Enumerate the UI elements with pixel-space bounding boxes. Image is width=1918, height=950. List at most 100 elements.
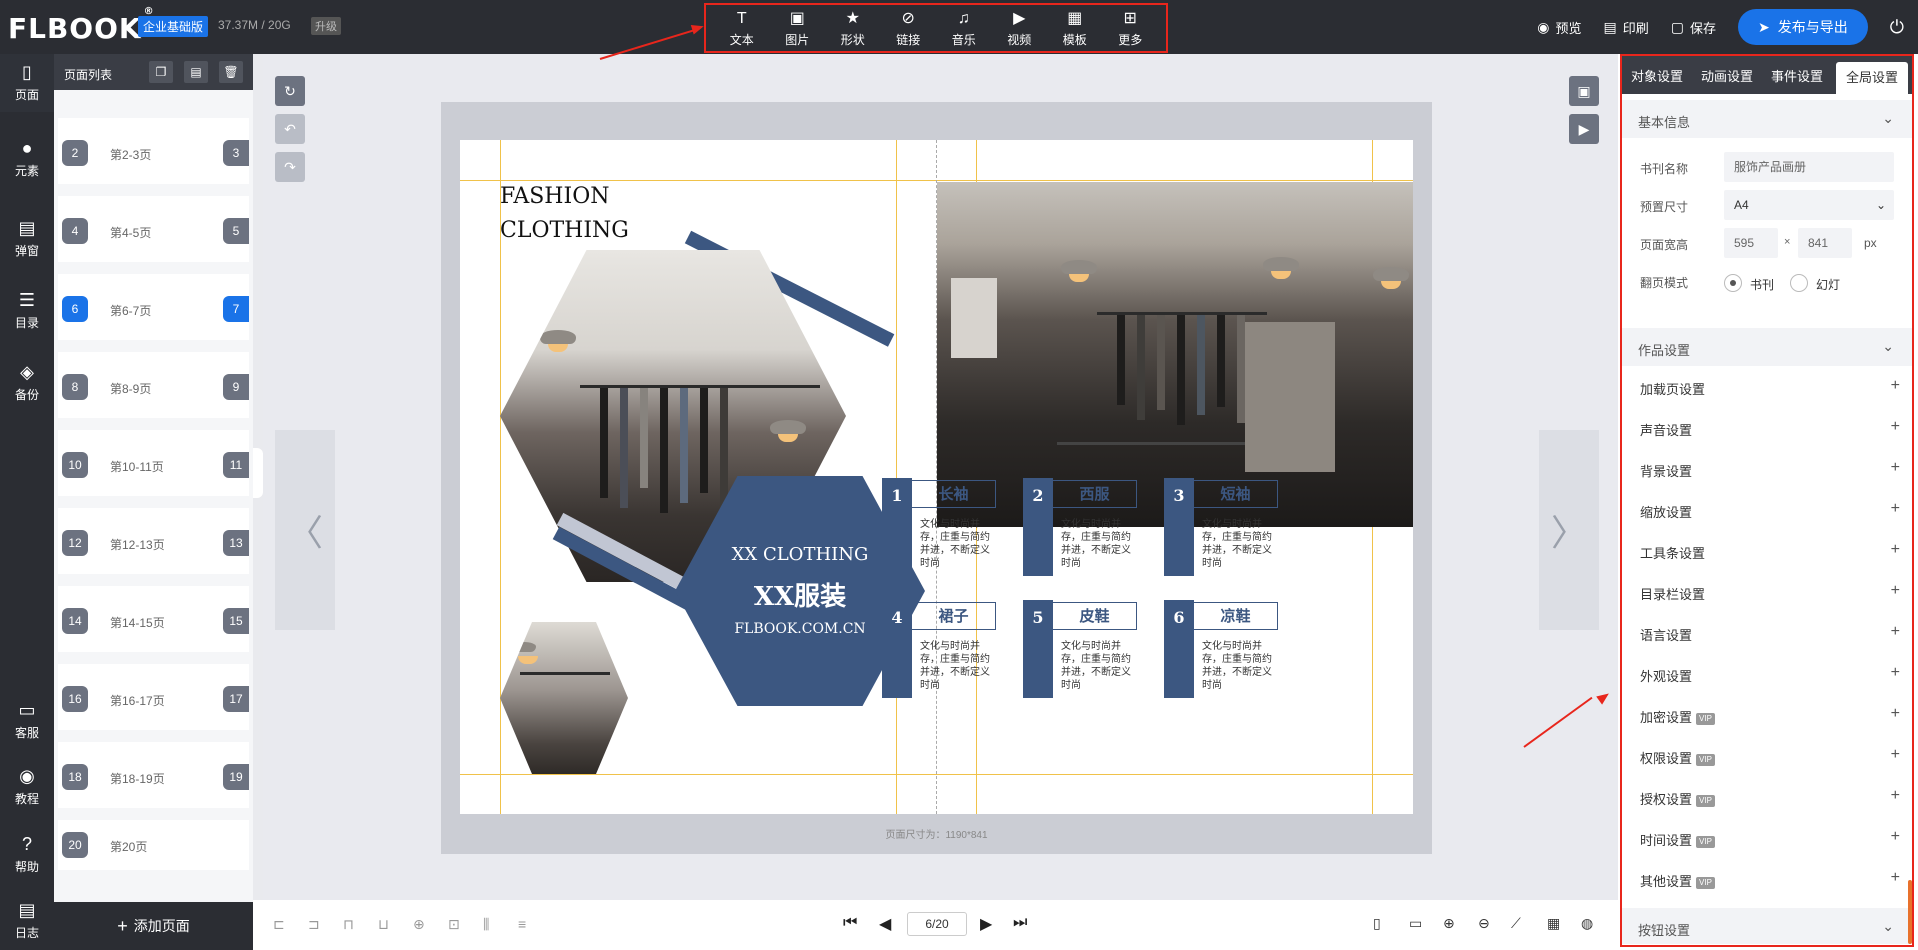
page-item[interactable]: 4 第4-5页 5 xyxy=(58,196,249,262)
product-card[interactable]: 5 皮鞋 文化与时尚并存，庄重与简约并进，不断定义时尚 xyxy=(1023,600,1137,700)
chevron-right-icon: 〉 xyxy=(1550,512,1587,553)
preview-button[interactable]: ◉ 预览 xyxy=(1537,18,1581,37)
page-item-active[interactable]: 6 第6-7页 7 xyxy=(58,274,249,340)
elements-icon: ● xyxy=(21,138,33,158)
chat-icon: ▭ xyxy=(18,700,36,720)
page-item[interactable]: 8 第8-9页 9 xyxy=(58,352,249,418)
publish-button[interactable]: ➤ 发布与导出 xyxy=(1738,9,1868,45)
align-right-icon[interactable]: ⊓ xyxy=(343,916,354,933)
prev-page-arrow[interactable]: 〈 xyxy=(275,430,335,630)
garment xyxy=(660,388,668,513)
settings-wheel-icon[interactable]: ◍ xyxy=(1581,915,1593,932)
nav-elements[interactable]: ● 元素 xyxy=(0,138,54,179)
delete-page-button[interactable]: 🗑 xyxy=(219,61,243,83)
lamp-decor xyxy=(1373,267,1409,289)
nav-help[interactable]: ? 帮助 xyxy=(0,834,54,875)
star-icon: ★ xyxy=(845,9,860,27)
nav-tutorial[interactable]: ◉ 教程 xyxy=(0,766,54,807)
page-item[interactable]: 20 第20页 xyxy=(58,820,249,870)
duplicate-page-button[interactable]: ▤ xyxy=(184,61,208,83)
align-bottom-icon[interactable]: ⊡ xyxy=(448,916,460,933)
trash-icon: 🗑 xyxy=(223,65,239,79)
nav-log[interactable]: ▤ 日志 xyxy=(0,900,54,941)
align-left-icon[interactable]: ⊏ xyxy=(273,916,285,933)
print-button[interactable]: ▤ 印刷 xyxy=(1604,18,1649,37)
page-list-header: 页面列表 ❐ ▤ 🗑 xyxy=(54,54,253,90)
page-number-input[interactable]: 6/20 xyxy=(907,912,967,936)
distribute-v-icon[interactable]: ≡ xyxy=(518,916,526,932)
save-button[interactable]: ▢ 保存 xyxy=(1671,18,1716,37)
next-page-button[interactable]: ▶ xyxy=(980,914,992,934)
page-settings-button[interactable]: ▣ xyxy=(1569,76,1599,106)
undo-button[interactable]: ↶ xyxy=(275,114,305,144)
product-card[interactable]: 3 短袖 文化与时尚并存，庄重与简约并进，不断定义时尚 xyxy=(1164,478,1278,578)
garment xyxy=(1237,315,1245,423)
nav-backup[interactable]: ◈ 备份 xyxy=(0,362,54,403)
nav-page[interactable]: ▯ 页面 xyxy=(0,54,54,112)
link-icon: ⊘ xyxy=(901,9,915,27)
guide-line xyxy=(896,140,897,814)
tool-more[interactable]: ⊞ 更多 xyxy=(1105,9,1155,48)
tool-image[interactable]: ▣ 图片 xyxy=(772,9,822,48)
product-card[interactable]: 1 长袖 文化与时尚并存，庄重与简约并进，不断定义时尚 xyxy=(882,478,996,578)
ruler-icon[interactable]: ⟋ xyxy=(1511,915,1521,932)
redo-icon: ↷ xyxy=(284,159,296,175)
align-middle-icon[interactable]: ⊕ xyxy=(413,916,425,933)
undo-icon: ↶ xyxy=(284,121,296,137)
page-icon: ▯ xyxy=(22,62,32,82)
redo-button[interactable]: ↷ xyxy=(275,152,305,182)
tool-text[interactable]: T 文本 xyxy=(717,9,767,48)
mirror xyxy=(1245,322,1335,472)
play-icon: ▶ xyxy=(1578,121,1590,137)
product-card[interactable]: 2 西服 文化与时尚并存，庄重与简约并进，不断定义时尚 xyxy=(1023,478,1137,578)
tool-template[interactable]: ▦ 模板 xyxy=(1050,9,1100,48)
lamp-decor xyxy=(770,420,806,442)
settings-panel: 对象设置 动画设置 事件设置 全局设置 基本信息 ⌄ 书刊名称 服饰产品画册 预… xyxy=(1618,54,1918,950)
page-item[interactable]: 12 第12-13页 13 xyxy=(58,508,249,574)
book-spread[interactable]: FASHION CLOTHING XX CLOTHING XX服装 FLBOOK… xyxy=(460,140,1413,814)
page-item[interactable]: 14 第14-15页 15 xyxy=(58,586,249,652)
storage-usage: 37.37M / 20G xyxy=(218,18,291,32)
align-top-icon[interactable]: ⊔ xyxy=(378,916,389,933)
fashion-clothing-title[interactable]: FASHION CLOTHING xyxy=(500,180,629,248)
add-page-button[interactable]: + 添加页面 xyxy=(54,902,253,950)
store-interior-photo[interactable] xyxy=(937,182,1413,527)
page-item[interactable]: 10 第10-11页 11 xyxy=(58,430,249,496)
page-item[interactable]: 16 第16-17页 17 xyxy=(58,664,249,730)
first-page-button[interactable]: ⏮ xyxy=(843,914,857,932)
last-page-button[interactable]: ⏭ xyxy=(1013,914,1027,932)
tool-video[interactable]: ▶ 视频 xyxy=(994,9,1044,48)
nav-popup[interactable]: ▤ 弹窗 xyxy=(0,218,54,259)
double-page-view-icon[interactable]: ▭ xyxy=(1409,915,1422,932)
single-page-view-icon[interactable]: ▯ xyxy=(1373,915,1381,932)
tool-music[interactable]: ♫ 音乐 xyxy=(939,9,989,48)
align-center-icon[interactable]: ⊐ xyxy=(308,916,320,933)
next-page-arrow[interactable]: 〉 xyxy=(1539,430,1599,630)
collapse-page-list-handle[interactable] xyxy=(253,448,263,498)
lamp-decor xyxy=(1263,257,1299,279)
page-item[interactable]: 2 第2-3页 3 xyxy=(58,118,249,184)
layers-icon: ◈ xyxy=(20,362,34,382)
save-icon: ▢ xyxy=(1670,18,1684,35)
top-bar: FLBOOK® 企业基础版 37.37M / 20G 升级 T 文本 ▣ 图片 ★ 形… xyxy=(0,0,1918,54)
nav-catalog[interactable]: ☰ 目录 xyxy=(0,290,54,331)
music-icon: ♫ xyxy=(957,9,970,27)
tool-link[interactable]: ⊘ 链接 xyxy=(883,9,933,48)
grid-icon[interactable]: ▦ xyxy=(1547,915,1560,932)
tool-shape[interactable]: ★ 形状 xyxy=(828,9,878,48)
prev-page-button[interactable]: ◀ xyxy=(879,914,891,934)
product-card[interactable]: 6 凉鞋 文化与时尚并存，庄重与简约并进，不断定义时尚 xyxy=(1164,600,1278,700)
copy-page-button[interactable]: ❐ xyxy=(149,61,173,83)
zoom-out-icon[interactable]: ⊖ xyxy=(1478,915,1490,932)
zoom-in-icon[interactable]: ⊕ xyxy=(1443,915,1455,932)
small-clothing-photo-hexagon[interactable] xyxy=(500,622,628,774)
page-item[interactable]: 18 第18-19页 19 xyxy=(58,742,249,808)
upgrade-button[interactable]: 升级 xyxy=(311,17,341,35)
garment xyxy=(1177,315,1185,425)
power-icon[interactable]: ⏻ xyxy=(1890,17,1904,38)
product-card[interactable]: 4 裙子 文化与时尚并存，庄重与简约并进，不断定义时尚 xyxy=(882,600,996,700)
history-button[interactable]: ↻ xyxy=(275,76,305,106)
play-preview-button[interactable]: ▶ xyxy=(1569,114,1599,144)
nav-support[interactable]: ▭ 客服 xyxy=(0,700,54,741)
distribute-h-icon[interactable]: ⫼ xyxy=(483,916,489,933)
